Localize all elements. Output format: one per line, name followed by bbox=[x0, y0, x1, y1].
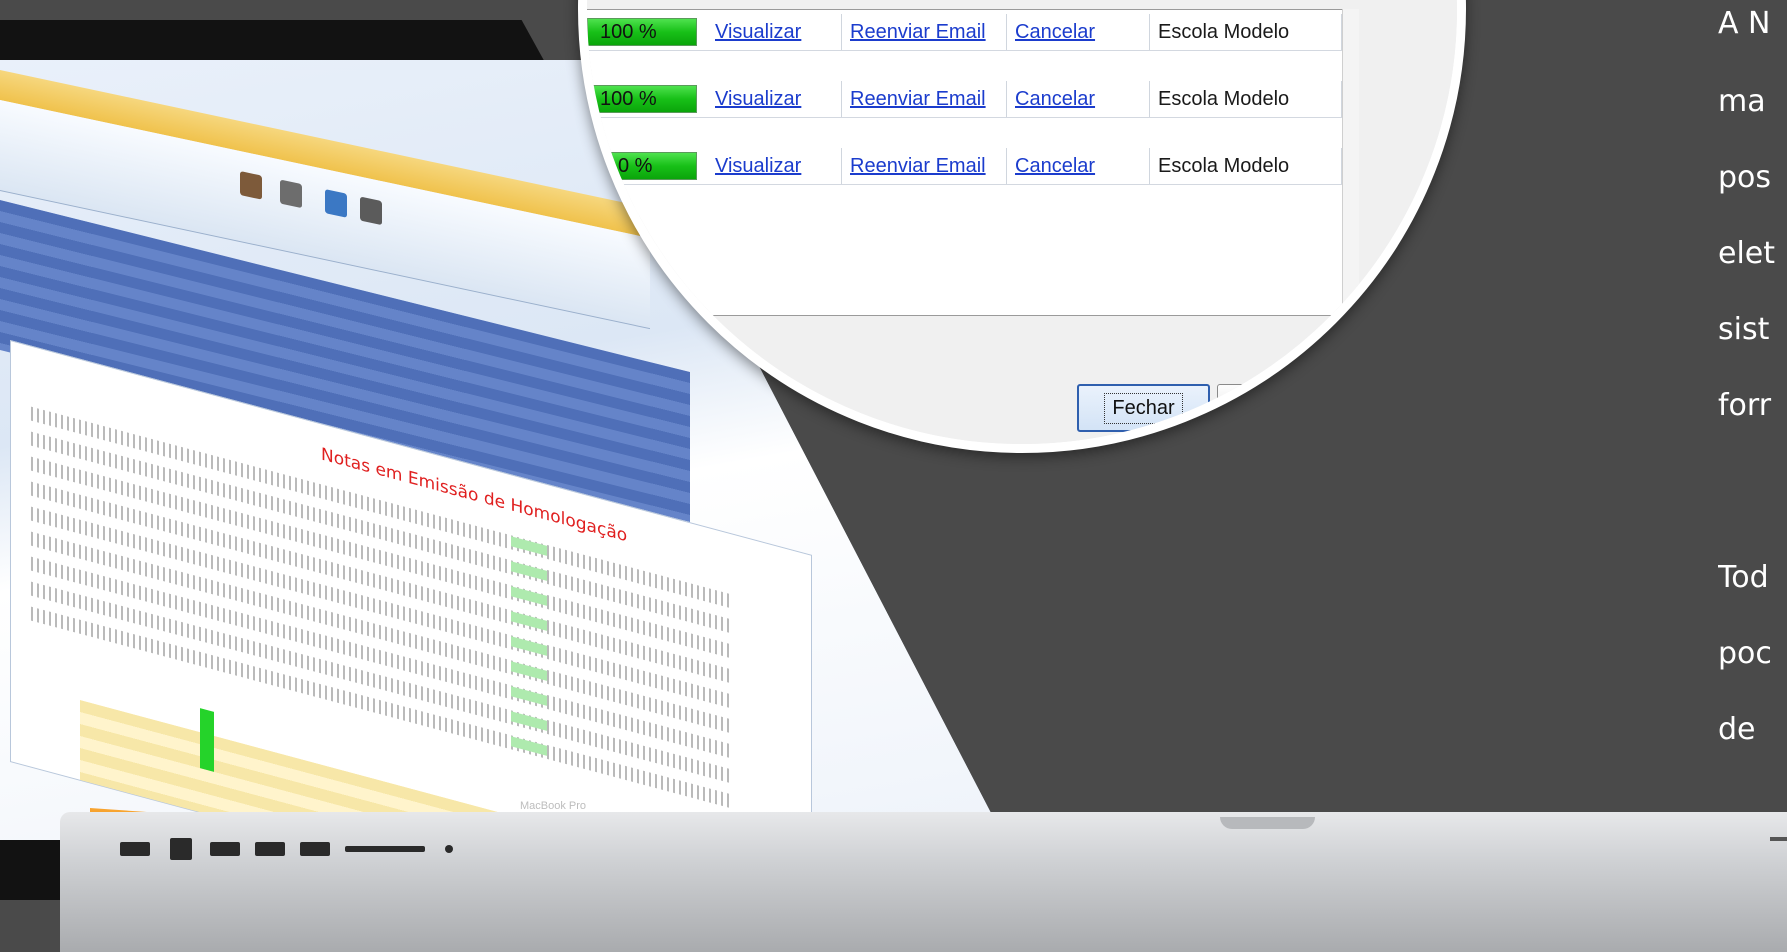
table-row[interactable]: 100 % Visualizar Reenviar Email Cancelar… bbox=[587, 81, 1342, 118]
view-link[interactable]: Visualizar bbox=[707, 14, 842, 50]
send-button[interactable]: Enviar bbox=[1217, 384, 1347, 432]
side-text-line: ma bbox=[1718, 84, 1766, 119]
user-icon[interactable] bbox=[240, 171, 262, 200]
email-status-grid: 100 % Visualizar Reenviar Email Cancelar… bbox=[587, 9, 1343, 316]
school-name: Escola Modelo bbox=[1150, 81, 1342, 117]
magnified-dialog: 100 % Visualizar Reenviar Email Cancelar… bbox=[578, 0, 1466, 453]
resend-email-link[interactable]: Reenviar Email bbox=[842, 14, 1007, 50]
side-text-line: de bbox=[1718, 712, 1756, 747]
settings-icon[interactable] bbox=[280, 179, 302, 209]
school-name: Escola Modelo bbox=[1150, 14, 1342, 50]
close-button[interactable]: Fechar bbox=[1077, 384, 1210, 432]
side-text-line: forr bbox=[1718, 388, 1772, 423]
grid-scrollbar[interactable] bbox=[1342, 9, 1359, 314]
progress-bar: 100 % bbox=[587, 85, 697, 113]
resend-email-link[interactable]: Reenviar Email bbox=[842, 148, 1007, 184]
status-indicators bbox=[200, 708, 214, 772]
laptop-base bbox=[60, 812, 1787, 952]
laptop-brand-label: MacBook Pro bbox=[520, 800, 587, 812]
print-icon[interactable] bbox=[360, 196, 382, 226]
side-text-line: sist bbox=[1718, 312, 1770, 347]
side-text-line: A N bbox=[1718, 6, 1771, 41]
side-text-line: pos bbox=[1718, 160, 1772, 195]
side-text-line: Tod bbox=[1718, 560, 1769, 595]
resend-email-link[interactable]: Reenviar Email bbox=[842, 81, 1007, 117]
progress-bar: 0 % bbox=[587, 152, 697, 180]
cancel-link[interactable]: Cancelar bbox=[1007, 148, 1150, 184]
cancel-link[interactable]: Cancelar bbox=[1007, 14, 1150, 50]
view-link[interactable]: Visualizar bbox=[707, 81, 842, 117]
cancel-link[interactable]: Cancelar bbox=[1007, 81, 1150, 117]
progress-bar: 100 % bbox=[587, 18, 697, 46]
side-text-line: poc bbox=[1718, 636, 1772, 671]
table-row[interactable]: 100 % Visualizar Reenviar Email Cancelar… bbox=[587, 14, 1342, 51]
view-link[interactable]: Visualizar bbox=[707, 148, 842, 184]
table-row[interactable]: 0 % Visualizar Reenviar Email Cancelar E… bbox=[587, 148, 1342, 185]
company-icon[interactable] bbox=[325, 189, 347, 218]
school-name: Escola Modelo bbox=[1150, 148, 1342, 184]
side-text-line: elet bbox=[1718, 236, 1776, 271]
